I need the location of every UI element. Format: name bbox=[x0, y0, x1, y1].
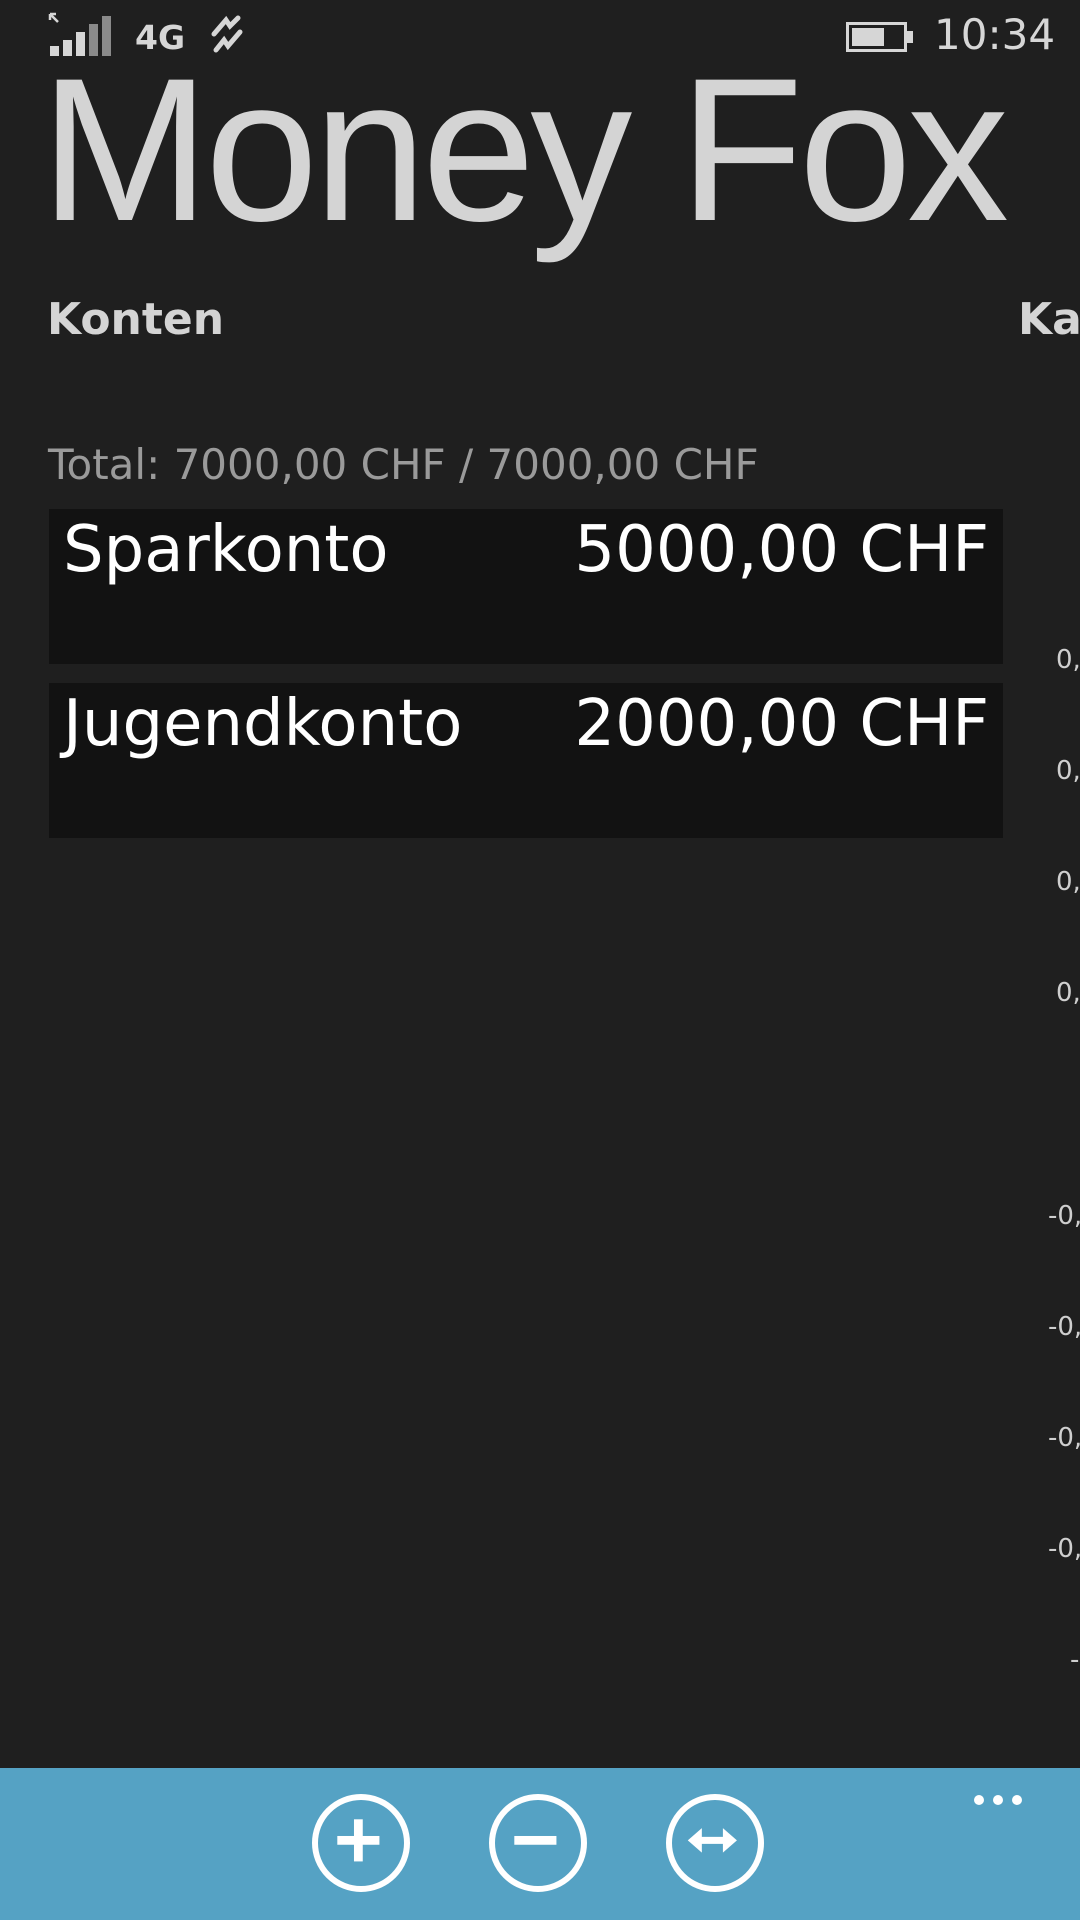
axis-tick-label: 0, bbox=[1056, 645, 1080, 675]
account-balance: 5000,00 CHF bbox=[574, 513, 989, 587]
app-title: Money Fox bbox=[40, 36, 1009, 264]
axis-tick-label: 0, bbox=[1056, 756, 1080, 786]
axis-tick-label: -0, bbox=[1048, 1312, 1080, 1342]
add-button[interactable] bbox=[312, 1794, 410, 1892]
pivot-header-konten[interactable]: Konten bbox=[47, 294, 224, 345]
account-name: Sparkonto bbox=[63, 513, 389, 587]
add-icon bbox=[337, 1819, 380, 1862]
more-icon[interactable] bbox=[974, 1790, 1034, 1814]
account-balance: 2000,00 CHF bbox=[574, 687, 989, 761]
remove-button[interactable] bbox=[489, 1794, 587, 1892]
remove-icon bbox=[514, 1835, 557, 1845]
transfer-icon bbox=[687, 1828, 737, 1853]
axis-tick-label: 0, bbox=[1056, 978, 1080, 1008]
account-item[interactable]: Sparkonto 5000,00 CHF bbox=[49, 509, 1003, 664]
account-list: Sparkonto 5000,00 CHF Jugendkonto 2000,0… bbox=[49, 509, 1003, 857]
axis-tick-label: 0, bbox=[1056, 867, 1080, 897]
account-name: Jugendkonto bbox=[63, 687, 463, 761]
axis-tick-label: - bbox=[1070, 1645, 1080, 1675]
pivot-header-next[interactable]: Kap bbox=[1018, 294, 1080, 345]
app-bar bbox=[0, 1768, 1080, 1920]
account-item[interactable]: Jugendkonto 2000,00 CHF bbox=[49, 683, 1003, 838]
transfer-button[interactable] bbox=[666, 1794, 764, 1892]
axis-tick-label: -0, bbox=[1048, 1201, 1080, 1231]
axis-tick-label: -0, bbox=[1048, 1423, 1080, 1453]
axis-tick-label: -0, bbox=[1048, 1534, 1080, 1564]
total-summary: Total: 7000,00 CHF / 7000,00 CHF bbox=[48, 440, 759, 489]
